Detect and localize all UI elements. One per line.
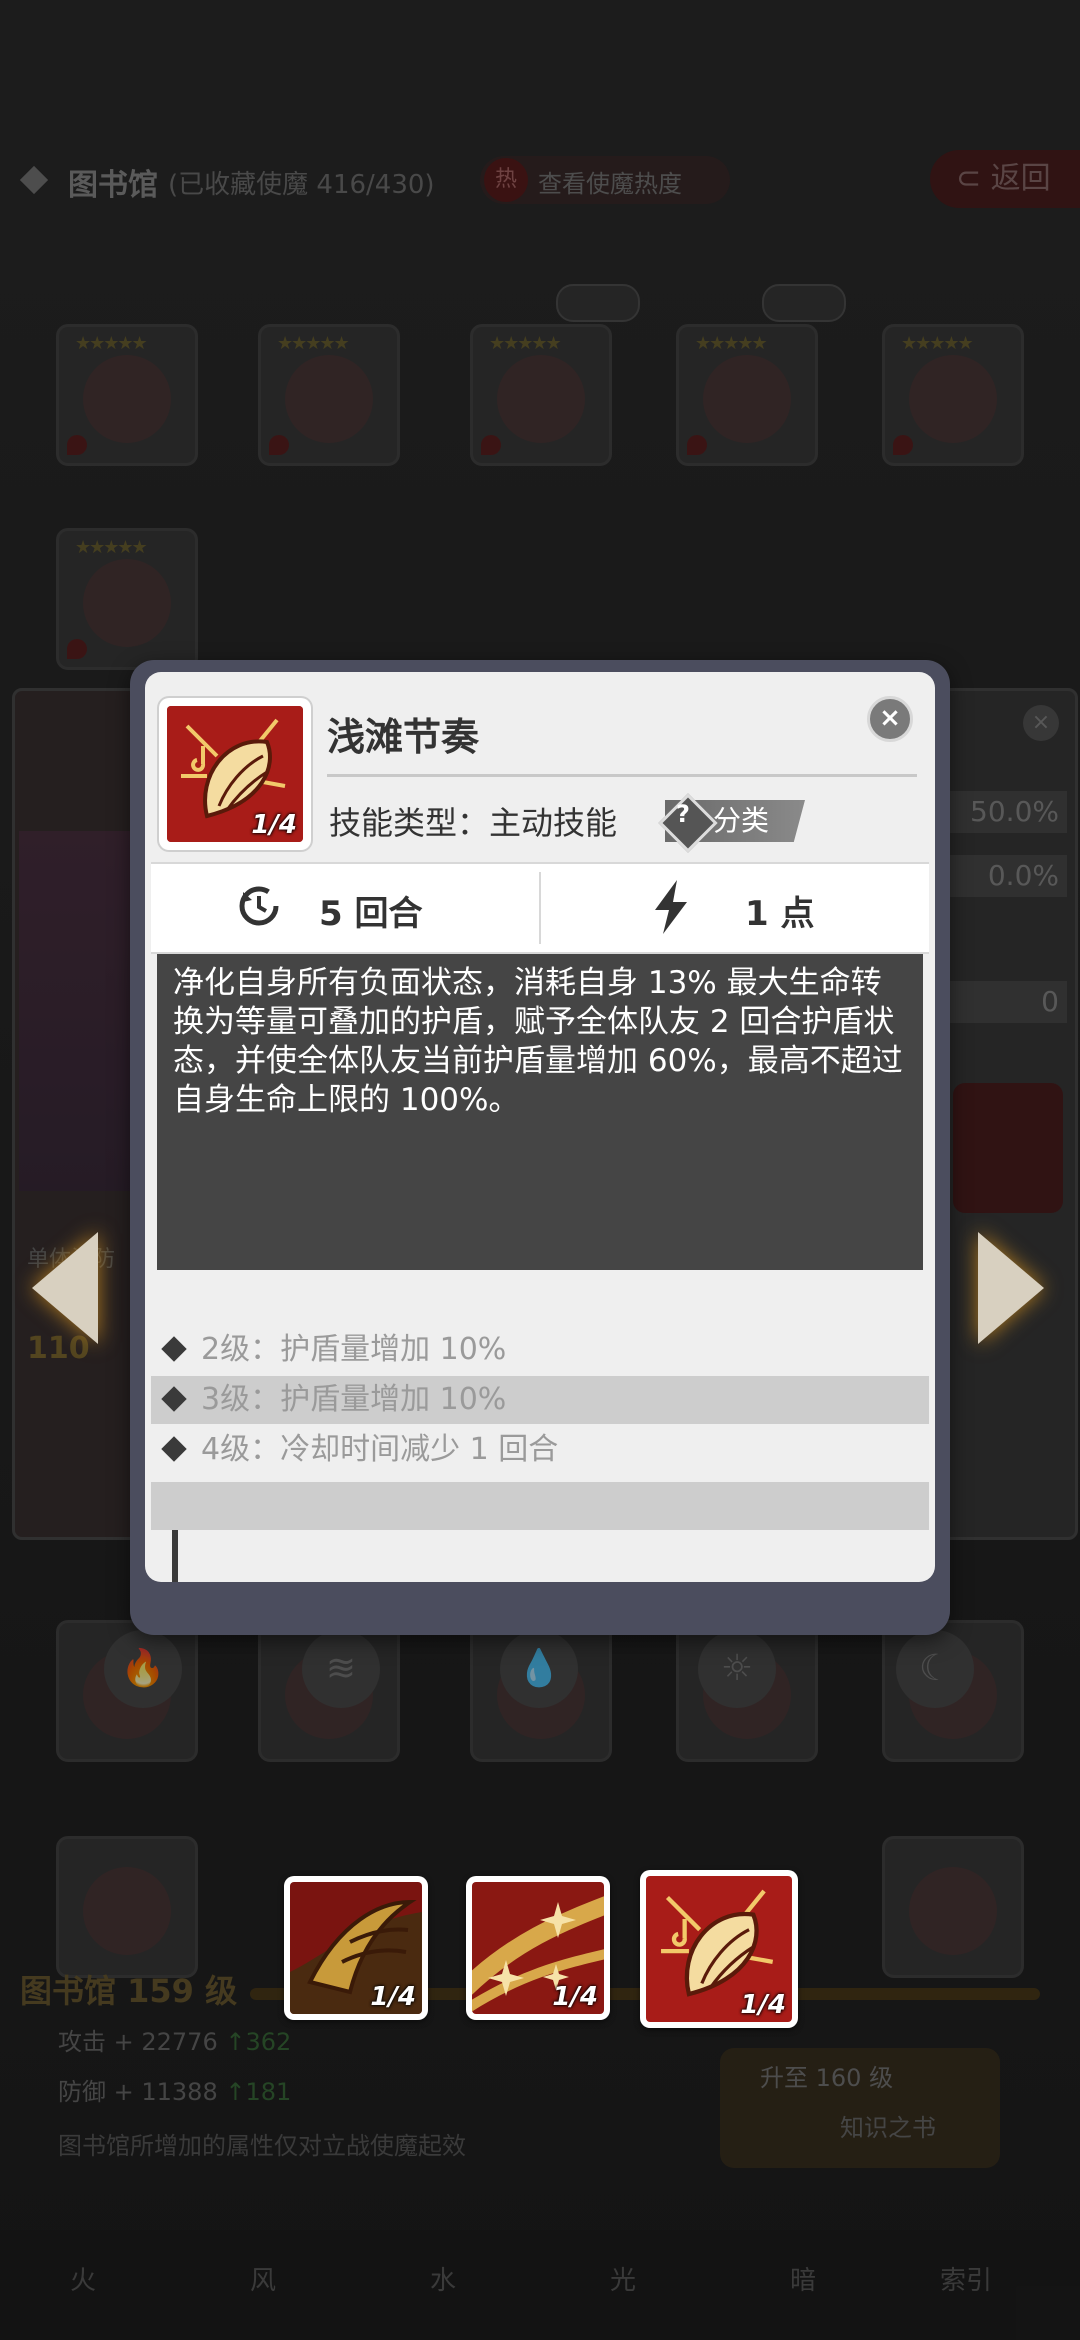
skill-thumb-3[interactable]: 1/4 bbox=[640, 1870, 798, 2028]
upgrade-text: 2级：护盾量增加 10% bbox=[201, 1332, 507, 1367]
cooldown-value: 5 回合 bbox=[319, 894, 423, 934]
skill-level: 1/4 bbox=[552, 1982, 598, 2012]
question-mark: ? bbox=[676, 800, 690, 828]
energy-cost: 1 点 bbox=[745, 894, 815, 934]
diamond-icon bbox=[161, 1386, 187, 1412]
conch-skill-icon: 1/4 bbox=[646, 1876, 792, 2022]
upgrade-level-2: 2级：护盾量增加 10% bbox=[151, 1326, 929, 1374]
conch-skill-icon: 1/4 bbox=[167, 706, 303, 842]
skill-level: 1/4 bbox=[251, 810, 297, 840]
upgrade-text: 3级：护盾量增加 10% bbox=[201, 1382, 507, 1417]
upgrade-text: 4级：冷却时间减少 1 回合 bbox=[201, 1432, 559, 1467]
diamond-icon bbox=[161, 1436, 187, 1462]
skill-description: 净化自身所有负面状态，消耗自身 13% 最大生命转换为等量可叠加的护盾，赋予全体… bbox=[157, 954, 923, 1270]
claw-skill-icon: 1/4 bbox=[290, 1882, 422, 2014]
next-arrow-icon[interactable] bbox=[978, 1232, 1044, 1344]
skill-thumb-2[interactable]: 1/4 bbox=[466, 1876, 610, 2020]
diamond-icon bbox=[161, 1336, 187, 1362]
title-divider bbox=[327, 774, 917, 777]
previous-arrow-icon[interactable] bbox=[32, 1232, 98, 1344]
stat-divider bbox=[539, 872, 541, 944]
skill-stats-bar: 5 回合 1 点 bbox=[151, 862, 929, 954]
skill-dialog: 1/4 浅滩节奏 × 技能类型：主动技能 分类 ? 5 回合 1 点 净化自身所… bbox=[145, 672, 935, 1582]
skill-level: 1/4 bbox=[740, 1990, 786, 2020]
upgrade-level-4: 4级：冷却时间减少 1 回合 bbox=[151, 1426, 929, 1474]
cooldown-icon bbox=[239, 886, 279, 926]
skill-thumb-1[interactable]: 1/4 bbox=[284, 1876, 428, 2020]
empty-row bbox=[151, 1482, 929, 1530]
lightning-icon bbox=[655, 880, 687, 934]
skill-name: 浅滩节奏 bbox=[327, 715, 480, 759]
skill-icon-frame: 1/4 bbox=[159, 698, 311, 850]
sparkle-skill-icon: 1/4 bbox=[472, 1882, 604, 2014]
close-icon[interactable]: × bbox=[867, 696, 913, 742]
upgrade-level-3: 3级：护盾量增加 10% bbox=[151, 1376, 929, 1424]
skill-type: 技能类型：主动技能 bbox=[329, 804, 618, 842]
skill-level: 1/4 bbox=[370, 1982, 416, 2012]
